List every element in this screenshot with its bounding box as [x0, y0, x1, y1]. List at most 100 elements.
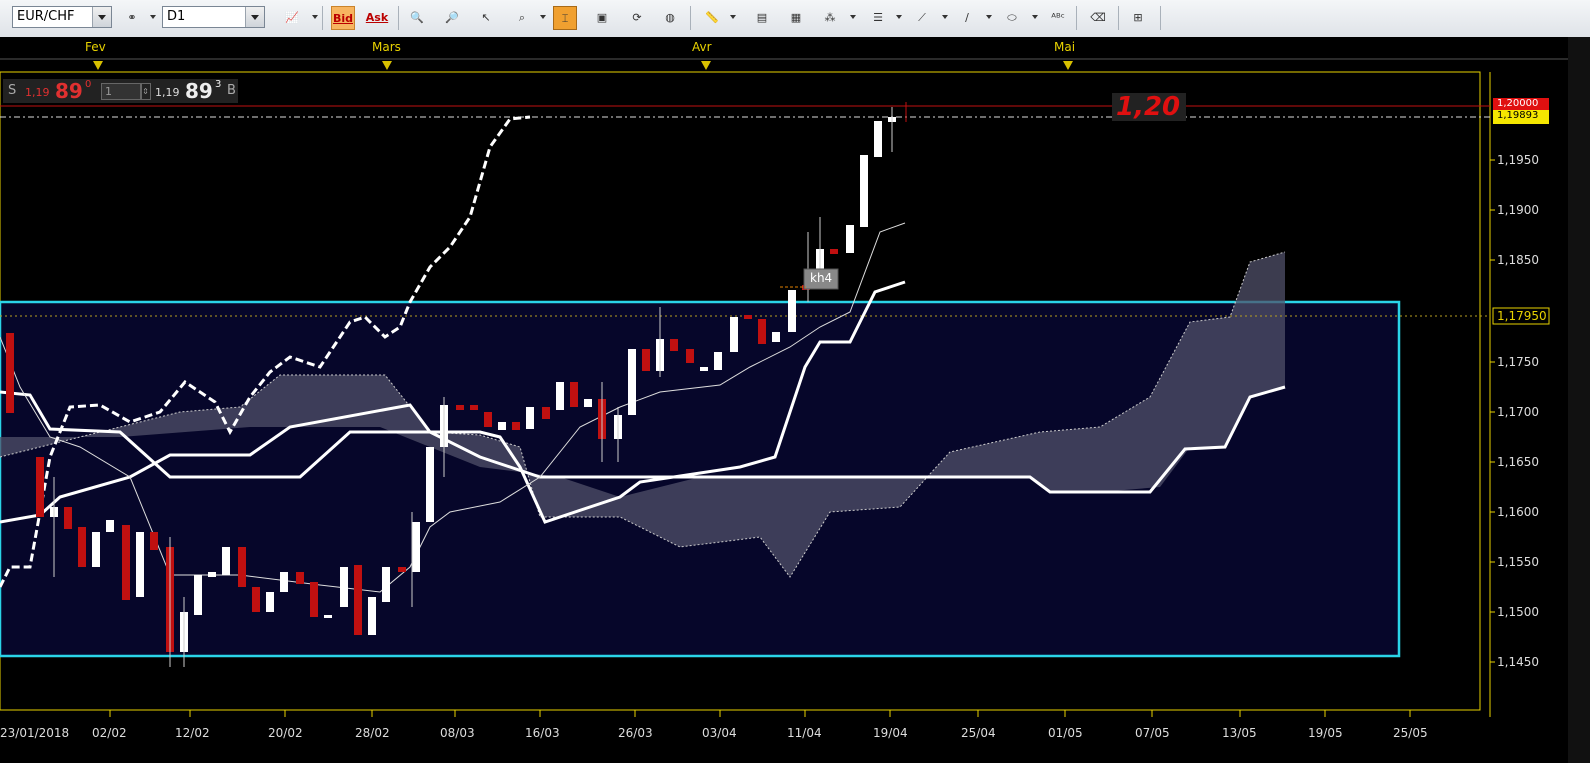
separator: [1076, 6, 1077, 30]
candle: [686, 349, 694, 363]
candle: [252, 587, 260, 612]
candle: [382, 567, 390, 602]
red-price-tag-label: 1,20000: [1497, 98, 1539, 109]
date-tick-label: 28/02: [355, 726, 390, 740]
price-tick-label: 1,1600: [1497, 505, 1539, 519]
trendline-icon[interactable]: ∕: [955, 6, 979, 30]
candle: [122, 525, 130, 600]
price-tick-label: 1,1900: [1497, 203, 1539, 217]
chevron-down-icon[interactable]: [245, 7, 264, 27]
link-icon[interactable]: ⚭: [120, 6, 144, 30]
date-tick-label: 26/03: [618, 726, 653, 740]
cursor-icon[interactable]: ↖: [474, 6, 498, 30]
ellipse-icon[interactable]: ⬭: [1000, 6, 1024, 30]
candle: [222, 547, 230, 575]
date-tick-label: 20/02: [268, 726, 303, 740]
buy-sup: 3: [215, 79, 222, 90]
candlestick-chart[interactable]: [0, 37, 1568, 763]
price-annotation[interactable]: 1,20: [1116, 92, 1180, 122]
tooltip-label: kh4: [810, 271, 833, 285]
candle: [6, 333, 14, 413]
fibonacci-icon[interactable]: ⟋: [910, 6, 934, 30]
globe-icon[interactable]: ◍: [658, 6, 682, 30]
candle: [542, 407, 550, 419]
sell-sup: 0: [85, 79, 92, 90]
chevron-down-icon[interactable]: [92, 7, 111, 27]
timeframe-select[interactable]: D1: [162, 6, 265, 28]
date-tick-label: 12/02: [175, 726, 210, 740]
sell-letter[interactable]: S: [8, 83, 16, 98]
candle: [758, 319, 766, 344]
candle: [426, 447, 434, 522]
price-tick-label: 1,1850: [1497, 253, 1539, 267]
separator: [690, 6, 691, 30]
date-tick-label: 16/03: [525, 726, 560, 740]
candle: [874, 121, 882, 157]
buy-letter[interactable]: B: [227, 83, 236, 98]
date-tick-label: 08/03: [440, 726, 475, 740]
screenshot-icon[interactable]: ▣: [590, 6, 614, 30]
bid-button[interactable]: Bid: [331, 6, 355, 30]
chevron-down-icon[interactable]: [540, 15, 546, 19]
candle: [730, 317, 738, 352]
separator: [322, 6, 323, 30]
candle: [194, 575, 202, 615]
candle: [280, 572, 288, 592]
buy-big[interactable]: 89: [185, 79, 213, 103]
candle: [324, 615, 332, 618]
candle: [398, 567, 406, 572]
separator: [1160, 6, 1161, 30]
month-marker: [382, 61, 392, 70]
candle: [470, 405, 478, 410]
chevron-down-icon[interactable]: [1032, 15, 1038, 19]
candle: [772, 332, 780, 342]
magnifier-icon[interactable]: ⌕: [510, 6, 534, 30]
level-price-tag-label: 1,17950: [1497, 309, 1547, 323]
chevron-down-icon[interactable]: [150, 15, 156, 19]
hierarchy-icon[interactable]: ⊞: [1126, 6, 1150, 30]
candle: [340, 567, 348, 607]
chevron-down-icon[interactable]: [986, 15, 992, 19]
indicators-icon[interactable]: ⁂: [818, 6, 842, 30]
candle: [498, 422, 506, 430]
lot-input[interactable]: 1: [101, 83, 142, 100]
price-tick-label: 1,1450: [1497, 655, 1539, 669]
eraser-icon[interactable]: ⌫: [1086, 6, 1110, 30]
symbol-value: EUR/CHF: [17, 9, 75, 24]
chevron-down-icon[interactable]: [942, 15, 948, 19]
candle: [484, 412, 492, 427]
date-tick-label: 02/02: [92, 726, 127, 740]
chevron-down-icon[interactable]: [850, 15, 856, 19]
vertical-scrollbar[interactable]: [1568, 37, 1590, 763]
price-tick-label: 1,1750: [1497, 355, 1539, 369]
image-icon[interactable]: ▤: [750, 6, 774, 30]
candle: [412, 522, 420, 572]
chart-type-icon[interactable]: 📈: [280, 6, 304, 30]
candle: [556, 382, 564, 410]
crosshair-icon[interactable]: ⌶: [553, 6, 577, 30]
zoom-in-icon[interactable]: 🔍: [405, 6, 429, 30]
template-icon[interactable]: ▦: [784, 6, 808, 30]
price-tick-label: 1,1500: [1497, 605, 1539, 619]
price-tick-label: 1,1550: [1497, 555, 1539, 569]
sell-big[interactable]: 89: [55, 79, 83, 103]
candle: [700, 367, 708, 371]
candle: [368, 597, 376, 635]
zoom-out-icon[interactable]: 🔎: [440, 6, 464, 30]
date-tick-label: 13/05: [1222, 726, 1257, 740]
lines-icon[interactable]: ☰: [866, 6, 890, 30]
lot-stepper-icon[interactable]: ⇕: [140, 83, 151, 100]
chevron-down-icon[interactable]: [896, 15, 902, 19]
ask-button[interactable]: Ask: [365, 6, 389, 30]
chevron-down-icon[interactable]: [730, 15, 736, 19]
separator: [1118, 6, 1119, 30]
refresh-icon[interactable]: ⟳: [625, 6, 649, 30]
symbol-select[interactable]: EUR/CHF: [12, 6, 112, 28]
candle: [456, 405, 464, 410]
timeframe-value: D1: [167, 9, 186, 24]
text-tool-icon[interactable]: ᴬᴮᶜ: [1046, 6, 1070, 30]
ruler-icon[interactable]: 📏: [700, 6, 724, 30]
date-tick-label: 03/04: [702, 726, 737, 740]
date-tick-label: 25/04: [961, 726, 996, 740]
chevron-down-icon[interactable]: [312, 15, 318, 19]
